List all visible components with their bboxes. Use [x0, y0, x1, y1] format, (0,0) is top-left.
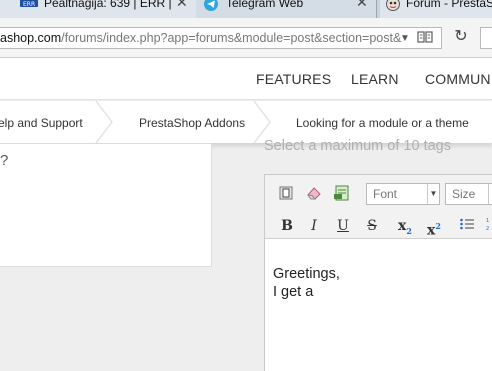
editor-line: I get a: [273, 284, 314, 300]
svg-text:2: 2: [486, 226, 489, 231]
nav-community[interactable]: COMMUNIT: [425, 71, 492, 87]
url-host: ashop.com: [0, 31, 62, 45]
tab-err[interactable]: ERR Pealtnägija: 639 | ERR | ✕: [0, 0, 196, 18]
strikethrough-button[interactable]: S: [363, 217, 381, 235]
reader-view-icon[interactable]: [417, 30, 433, 47]
tab-forum-label: Forum - PrestaS: [406, 0, 492, 10]
dropdown-arrow-icon[interactable]: ▼: [400, 33, 410, 44]
editor-line: Greetings,: [273, 266, 340, 282]
superscript-button[interactable]: x2: [425, 217, 443, 239]
url-text[interactable]: ashop.com/forums/index.php?app=forums&mo…: [0, 31, 401, 45]
chevron-right-icon: [95, 101, 113, 143]
tags-input[interactable]: Select a maximum of 10 tags: [264, 138, 451, 154]
image-icon[interactable]: [333, 185, 351, 203]
breadcrumb-looking-for-module[interactable]: Looking for a module or a theme: [296, 116, 469, 130]
numbered-list-icon[interactable]: 12: [485, 217, 492, 235]
size-select-label: Size: [452, 187, 476, 201]
post-summary-card: ?: [0, 143, 212, 267]
svg-text:ERR: ERR: [23, 1, 35, 8]
question-text: ?: [0, 152, 9, 169]
editor-toolbar: Font ▼ Size ▼ B I U S x2 x2 12: [265, 175, 492, 239]
nav-features[interactable]: FEATURES: [256, 71, 331, 87]
browser-window: ERR Pealtnägija: 639 | ERR | ✕ Telegram …: [0, 0, 492, 371]
navigation-bar: ashop.com/forums/index.php?app=forums&mo…: [0, 18, 492, 58]
search-input[interactable]: [480, 27, 492, 49]
prestashop-favicon-icon: [386, 0, 400, 13]
breadcrumb: elp and Support PrestaShop Addons Lookin…: [0, 101, 492, 143]
italic-button[interactable]: I: [305, 217, 323, 235]
site-header: FEATURES LEARN COMMUNIT: [0, 58, 492, 100]
err-favicon-icon: ERR: [20, 0, 38, 11]
chevron-right-icon: [253, 101, 271, 143]
url-path: /forums/index.php?app=forums&module=post…: [61, 31, 402, 45]
tab-telegram[interactable]: Telegram Web ✕: [196, 0, 376, 18]
tab-strip: ERR Pealtnägija: 639 | ERR | ✕ Telegram …: [0, 0, 492, 18]
tab-telegram-label: Telegram Web: [226, 0, 304, 10]
post-editor: Font ▼ Size ▼ B I U S x2 x2 12: [264, 174, 492, 371]
bullet-list-icon[interactable]: [458, 217, 476, 235]
source-icon[interactable]: [277, 185, 295, 203]
bold-button[interactable]: B: [278, 217, 296, 235]
url-bar[interactable]: ashop.com/forums/index.php?app=forums&mo…: [0, 27, 442, 49]
reload-icon[interactable]: ↻: [450, 26, 472, 48]
underline-button[interactable]: U: [334, 217, 352, 235]
editor-content[interactable]: Greetings, I get a: [273, 265, 340, 301]
font-select[interactable]: Font ▼: [366, 183, 440, 205]
subscript-mark: 2: [406, 225, 412, 236]
tab-divider: [376, 0, 377, 18]
chevron-down-icon: ▼: [427, 184, 439, 204]
telegram-icon: [204, 0, 218, 13]
svg-text:1: 1: [486, 218, 489, 224]
size-select[interactable]: Size ▼: [445, 183, 492, 205]
nav-learn[interactable]: LEARN: [351, 71, 399, 87]
tab-forum[interactable]: Forum - PrestaS: [380, 0, 492, 18]
close-icon[interactable]: ✕: [356, 0, 368, 9]
breadcrumb-help-support[interactable]: elp and Support: [0, 116, 83, 130]
chevron-down-icon: ▼: [488, 184, 492, 204]
superscript-mark: 2: [435, 221, 441, 231]
close-icon[interactable]: ✕: [176, 0, 188, 9]
eraser-icon[interactable]: [305, 185, 323, 203]
tab-err-label: Pealtnägija: 639 | ERR |: [44, 0, 172, 10]
subscript-button[interactable]: x2: [396, 217, 414, 236]
breadcrumb-prestashop-addons[interactable]: PrestaShop Addons: [139, 116, 245, 130]
font-select-label: Font: [373, 187, 398, 201]
